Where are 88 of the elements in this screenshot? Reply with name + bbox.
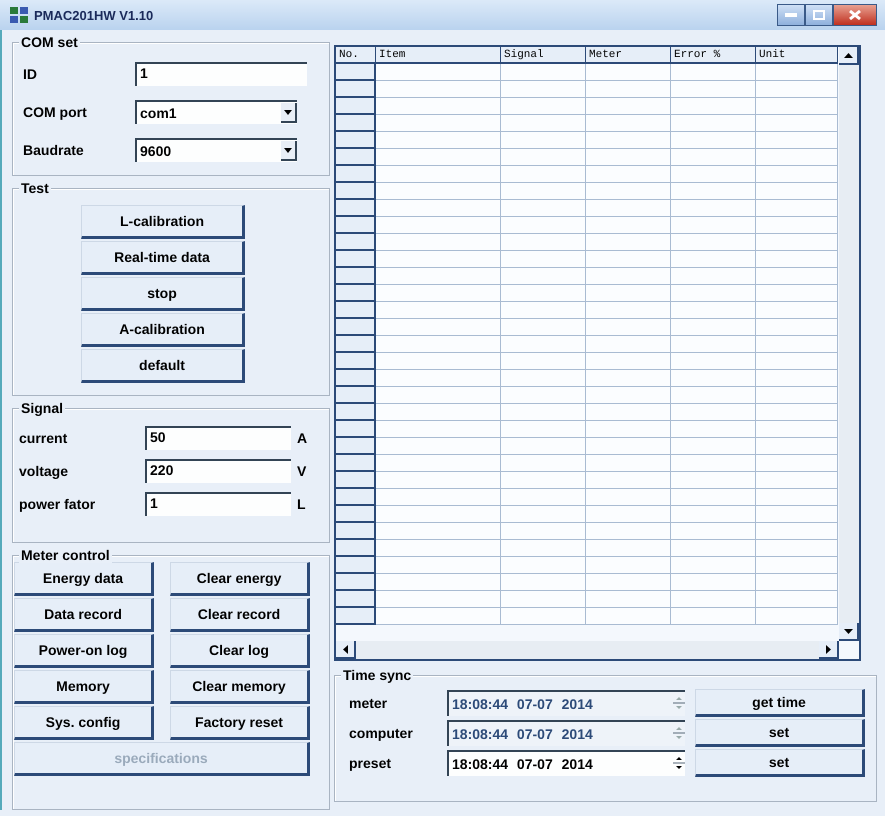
row-header[interactable]	[336, 421, 376, 438]
dropdown-field[interactable]: 9600	[135, 138, 297, 162]
field-label: voltage	[19, 462, 70, 478]
unit-label: L	[297, 496, 307, 512]
field-label: ID	[23, 66, 38, 82]
row-header[interactable]	[336, 336, 376, 353]
column-header[interactable]: Error %	[671, 47, 756, 64]
maximize-icon[interactable]	[805, 4, 833, 26]
row-header[interactable]	[336, 353, 376, 370]
row-header[interactable]	[336, 132, 376, 149]
input-field[interactable]: 1	[145, 492, 291, 516]
row-header[interactable]	[336, 404, 376, 421]
row-header[interactable]	[336, 149, 376, 166]
action-button[interactable]: Clear memory	[170, 670, 310, 704]
action-button[interactable]: Data record	[14, 598, 154, 632]
action-button[interactable]: stop	[81, 277, 245, 311]
field-label: preset	[349, 755, 392, 771]
field-label: Baudrate	[23, 142, 85, 158]
input-field[interactable]: 1	[135, 62, 307, 86]
row-header[interactable]	[336, 115, 376, 132]
field-label: meter	[349, 695, 388, 711]
row-header[interactable]	[336, 285, 376, 302]
row-header[interactable]	[336, 98, 376, 115]
unit-label: V	[297, 462, 308, 478]
row-header[interactable]	[336, 506, 376, 523]
field-label: power fator	[19, 496, 96, 512]
action-button[interactable]: set	[695, 749, 865, 777]
group-title: Signal	[21, 400, 64, 416]
window-title: PMAC201HW V1.10	[34, 8, 154, 22]
unit-label: A	[297, 430, 308, 446]
group-title: Meter control	[21, 547, 110, 563]
scroll-up-icon[interactable]	[839, 47, 859, 65]
row-header[interactable]	[336, 64, 376, 81]
action-button[interactable]: Clear energy	[170, 562, 310, 596]
row-header[interactable]	[336, 268, 376, 285]
action-button[interactable]: Real-time data	[81, 241, 245, 275]
scroll-right-icon[interactable]	[819, 641, 839, 659]
row-header[interactable]	[336, 608, 376, 625]
action-button[interactable]: Clear record	[170, 598, 310, 632]
row-header[interactable]	[336, 438, 376, 455]
row-header[interactable]	[336, 166, 376, 183]
action-button[interactable]: Factory reset	[170, 706, 310, 740]
row-header[interactable]	[336, 557, 376, 574]
row-header[interactable]	[336, 540, 376, 557]
group-title: COM set	[21, 34, 78, 50]
row-header[interactable]	[336, 200, 376, 217]
row-header[interactable]	[336, 387, 376, 404]
input-field[interactable]: 220	[145, 458, 291, 482]
row-header[interactable]	[336, 489, 376, 506]
input-field[interactable]: 50	[145, 426, 291, 450]
field-label: COM port	[23, 104, 88, 120]
action-button[interactable]: Sys. config	[14, 706, 154, 740]
row-header[interactable]	[336, 472, 376, 489]
row-header[interactable]	[336, 523, 376, 540]
row-header[interactable]	[336, 591, 376, 608]
column-header[interactable]: Item	[376, 47, 501, 64]
action-button[interactable]: Memory	[14, 670, 154, 704]
row-header[interactable]	[336, 217, 376, 234]
app-logo-icon	[10, 7, 28, 23]
group-title: Time sync	[343, 667, 412, 683]
action-button[interactable]: Energy data	[14, 562, 154, 596]
row-header[interactable]	[336, 81, 376, 98]
row-header[interactable]	[336, 455, 376, 472]
datetime-field[interactable]: 18:08:44 07-07 2014	[447, 750, 685, 776]
scroll-down-icon[interactable]	[839, 623, 859, 641]
column-header[interactable]: Signal	[501, 47, 586, 64]
row-header[interactable]	[336, 302, 376, 319]
row-header[interactable]	[336, 574, 376, 591]
action-button[interactable]: Clear log	[170, 634, 310, 668]
action-button[interactable]: default	[81, 349, 245, 383]
action-button[interactable]: L-calibration	[81, 205, 245, 239]
dropdown-field[interactable]: com1	[135, 100, 297, 124]
scroll-left-icon[interactable]	[336, 641, 356, 659]
row-header[interactable]	[336, 370, 376, 387]
row-header[interactable]	[336, 183, 376, 200]
field-label: computer	[349, 725, 414, 741]
minimize-icon[interactable]	[777, 4, 805, 26]
column-header[interactable]: Unit	[756, 47, 838, 64]
column-header[interactable]: Meter	[586, 47, 671, 64]
row-header[interactable]	[336, 251, 376, 268]
row-header[interactable]	[336, 234, 376, 251]
action-button[interactable]: A-calibration	[81, 313, 245, 347]
close-icon[interactable]	[833, 4, 877, 26]
field-label: current	[19, 430, 68, 446]
column-header[interactable]: No.	[336, 47, 376, 64]
group-title: Test	[21, 180, 49, 196]
row-header[interactable]	[336, 319, 376, 336]
action-button[interactable]: Power-on log	[14, 634, 154, 668]
